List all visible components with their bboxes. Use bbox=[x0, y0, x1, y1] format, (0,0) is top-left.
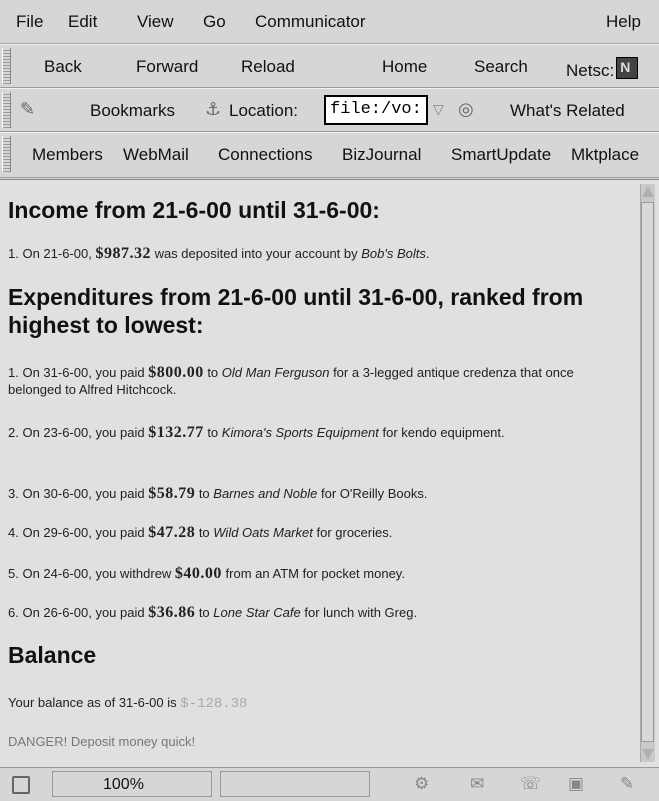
expenditure-item: 1. On 31-6-00, you paid $800.00 to Old M… bbox=[8, 364, 574, 397]
payee: Wild Oats Market bbox=[213, 525, 313, 540]
progress-zoom: 100% bbox=[52, 771, 212, 797]
payee: Old Man Ferguson bbox=[221, 365, 330, 380]
amount: $800.00 bbox=[148, 364, 204, 381]
navigation-toolbar: Back Forward Reload Home Search Netsc: bbox=[0, 44, 659, 88]
status-bar: 100% ⚙ ✉ ☏ ▣ ✎ bbox=[0, 767, 659, 801]
page-content: Income from 21-6-00 until 31-6-00: 1. On… bbox=[0, 179, 659, 767]
messenger-icon[interactable]: ☏ bbox=[520, 774, 541, 794]
expenditure-item: 5. On 24-6-00, you withdrew $40.00 from … bbox=[8, 565, 405, 582]
menu-file[interactable]: File bbox=[16, 12, 43, 32]
link-members[interactable]: Members bbox=[32, 145, 103, 165]
whats-related-button[interactable]: What's Related bbox=[510, 101, 625, 121]
editor-icon[interactable]: ✎ bbox=[620, 774, 634, 794]
amount: $40.00 bbox=[174, 565, 222, 582]
expenditure-item: 2. On 23-6-00, you paid $132.77 to Kimor… bbox=[8, 424, 505, 441]
whats-related-icon[interactable]: ◎ bbox=[458, 99, 474, 120]
search-button[interactable]: Search bbox=[474, 57, 528, 77]
payee: Kimora's Sports Equipment bbox=[221, 425, 379, 440]
amount: $47.28 bbox=[148, 524, 196, 541]
link-smartupdate[interactable]: SmartUpdate bbox=[451, 145, 551, 165]
amount: $987.32 bbox=[95, 245, 151, 262]
expenditure-heading: Expenditures from 21-6-00 until 31-6-00,… bbox=[8, 284, 584, 338]
income-heading: Income from 21-6-00 until 31-6-00: bbox=[8, 197, 380, 223]
amount: $36.86 bbox=[148, 604, 196, 621]
vertical-scrollbar[interactable] bbox=[640, 184, 655, 762]
bookmarks-button[interactable]: Bookmarks bbox=[90, 101, 175, 121]
netscape-logo-icon bbox=[616, 57, 639, 79]
netscape-label: Netsc: bbox=[566, 61, 615, 80]
balance-value: $-128.38 bbox=[180, 696, 248, 712]
bookmarks-icon[interactable]: ✎ bbox=[20, 99, 35, 120]
link-bizjournal[interactable]: BizJournal bbox=[342, 145, 421, 165]
payee: Barnes and Noble bbox=[213, 486, 318, 501]
payee: Lone Star Cafe bbox=[213, 605, 301, 620]
amount: $132.77 bbox=[148, 424, 204, 441]
danger-warning: DANGER! Deposit money quick! bbox=[8, 734, 196, 749]
netscape-button[interactable]: Netsc: bbox=[566, 57, 639, 81]
location-toolbar: ✎ Bookmarks ⚓ Location: file:/vo: ▽ ◎ Wh… bbox=[0, 88, 659, 132]
forward-button[interactable]: Forward bbox=[136, 57, 198, 77]
menu-edit[interactable]: Edit bbox=[68, 12, 97, 32]
toolbar-grip[interactable] bbox=[2, 48, 11, 84]
status-message bbox=[220, 771, 370, 797]
security-lock-icon[interactable] bbox=[12, 776, 30, 794]
income-item: 1. On 21-6-00, $987.32 was deposited int… bbox=[8, 245, 430, 262]
menu-communicator[interactable]: Communicator bbox=[255, 12, 366, 32]
link-connections[interactable]: Connections bbox=[218, 145, 313, 165]
scroll-up-icon[interactable] bbox=[642, 186, 654, 197]
expenditure-item: 3. On 30-6-00, you paid $58.79 to Barnes… bbox=[8, 485, 428, 502]
composer-icon[interactable]: ▣ bbox=[568, 774, 584, 794]
balance-heading: Balance bbox=[8, 642, 97, 668]
toolbar-grip[interactable] bbox=[2, 92, 11, 128]
expenditure-item: 6. On 26-6-00, you paid $36.86 to Lone S… bbox=[8, 604, 418, 621]
link-mktplace[interactable]: Mktplace bbox=[571, 145, 639, 165]
location-input[interactable]: file:/vo: bbox=[324, 95, 428, 125]
balance-line: Your balance as of 31-6-00 is $-128.38 bbox=[8, 695, 248, 712]
location-dropdown-icon[interactable]: ▽ bbox=[433, 101, 444, 118]
home-button[interactable]: Home bbox=[382, 57, 427, 77]
toolbar-grip[interactable] bbox=[2, 136, 11, 172]
navigator-icon[interactable]: ⚙ bbox=[414, 774, 429, 794]
amount: $58.79 bbox=[148, 485, 196, 502]
mail-icon[interactable]: ✉ bbox=[470, 774, 484, 794]
page-proxy-icon[interactable]: ⚓ bbox=[205, 99, 221, 120]
back-button[interactable]: Back bbox=[44, 57, 82, 77]
menu-help[interactable]: Help bbox=[606, 12, 641, 32]
link-webmail[interactable]: WebMail bbox=[123, 145, 189, 165]
reload-button[interactable]: Reload bbox=[241, 57, 295, 77]
expenditure-item: 4. On 29-6-00, you paid $47.28 to Wild O… bbox=[8, 524, 393, 541]
menu-bar: File Edit View Go Communicator Help bbox=[0, 0, 659, 44]
scroll-down-icon[interactable] bbox=[642, 749, 654, 760]
scroll-thumb[interactable] bbox=[641, 202, 654, 742]
payer: Bob's Bolts bbox=[361, 246, 426, 261]
menu-go[interactable]: Go bbox=[203, 12, 226, 32]
menu-view[interactable]: View bbox=[137, 12, 174, 32]
personal-toolbar: Members WebMail Connections BizJournal S… bbox=[0, 132, 659, 178]
location-label: Location: bbox=[229, 101, 298, 120]
